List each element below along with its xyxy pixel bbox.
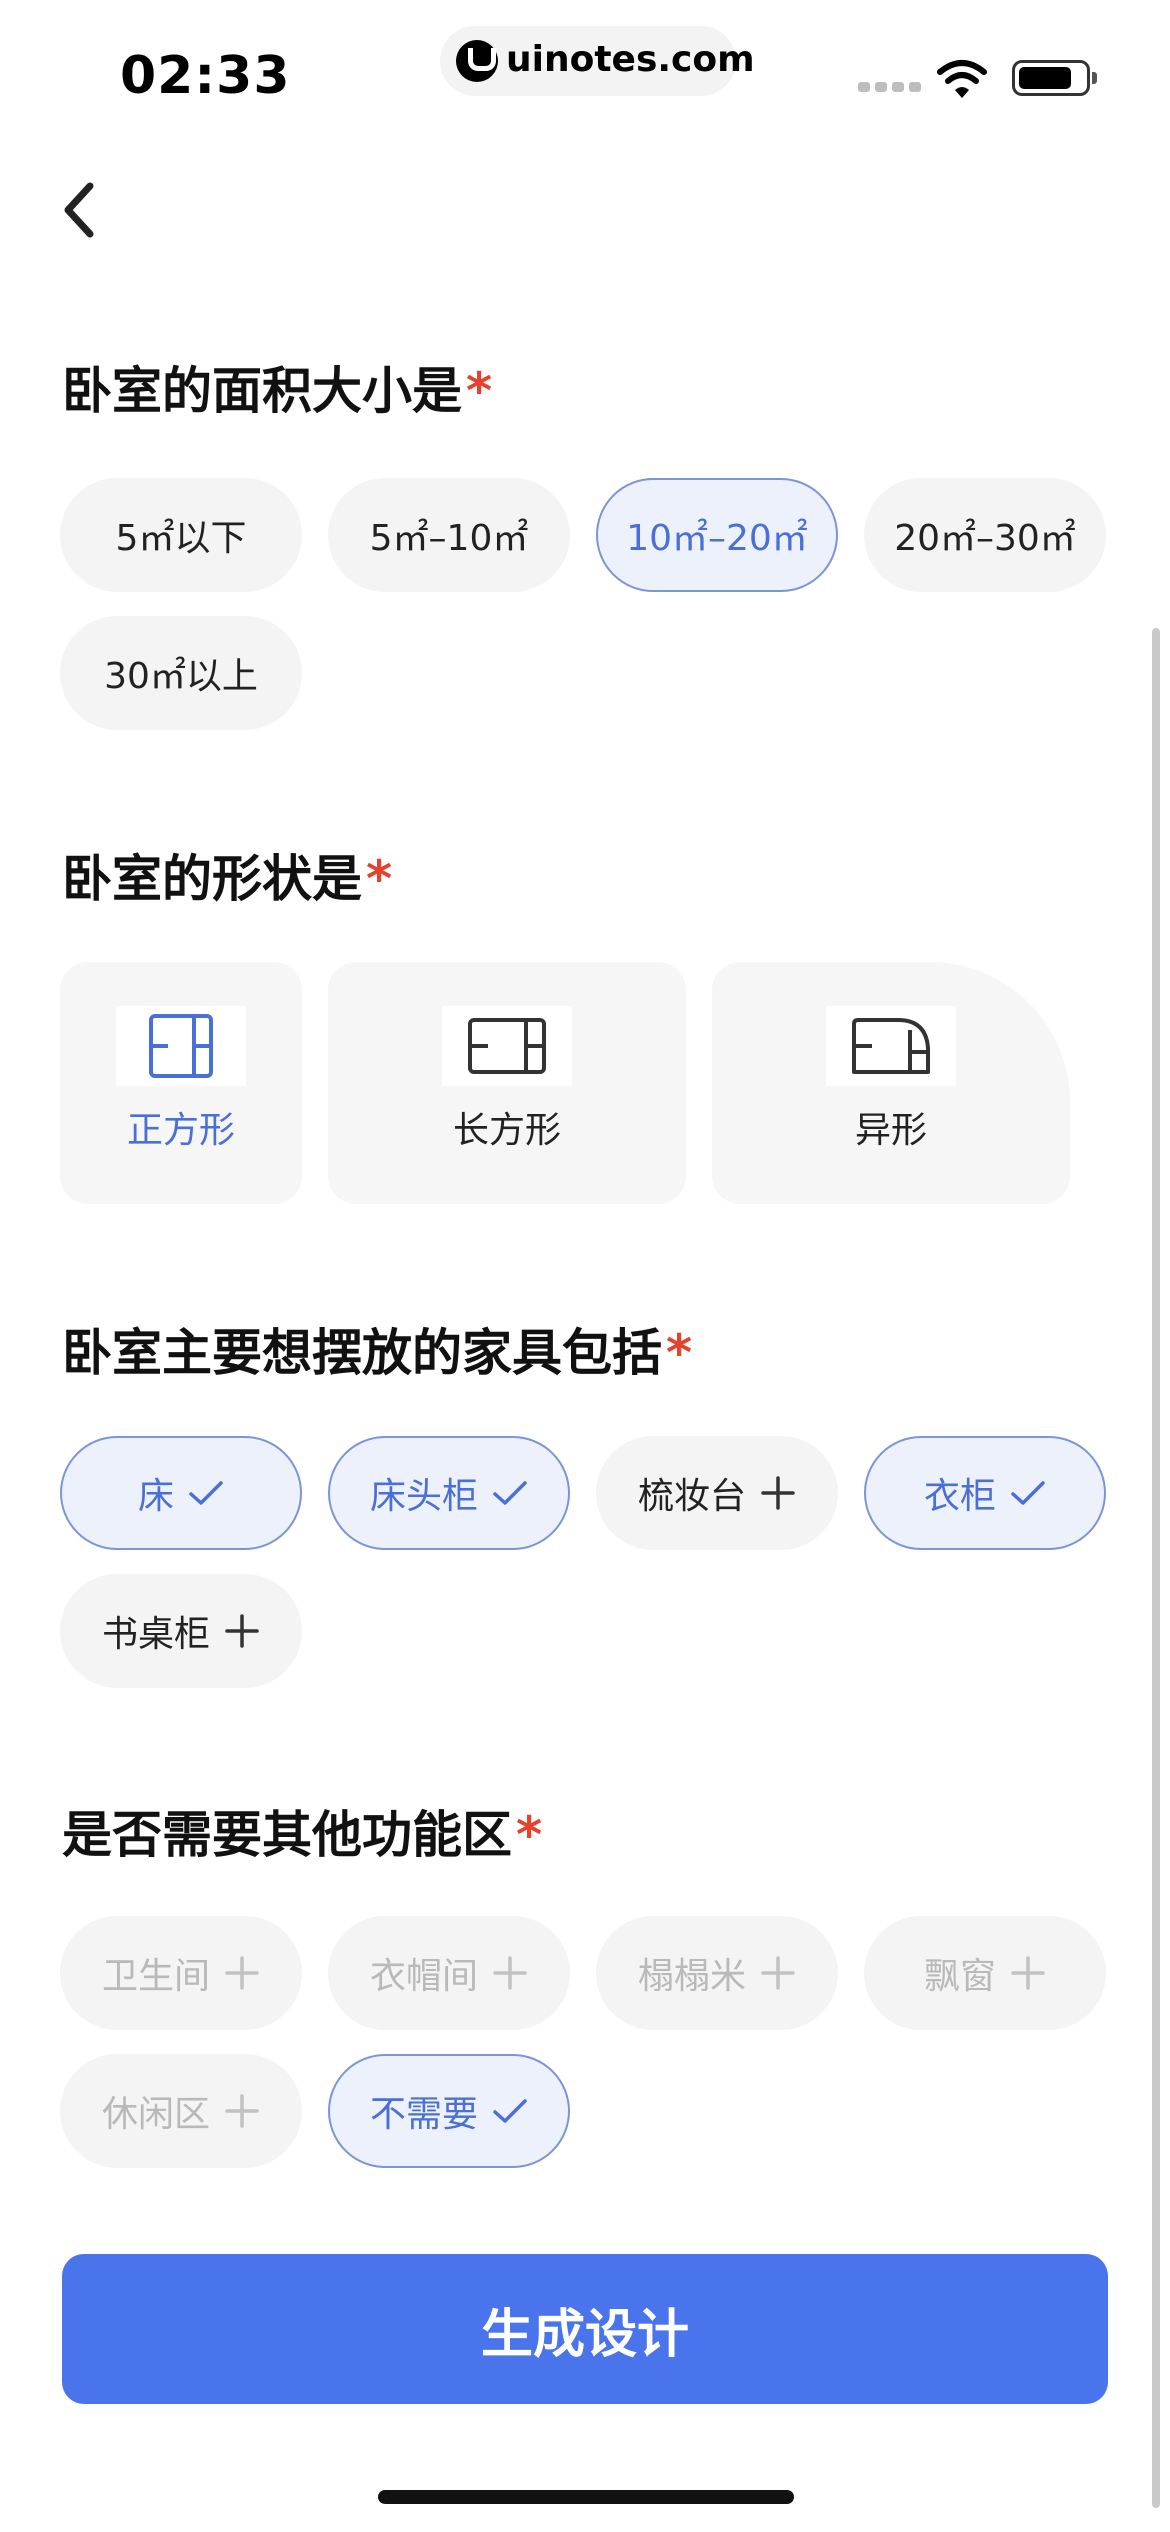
scrollbar[interactable] — [1152, 628, 1160, 2508]
furniture-option-bed[interactable]: 床 — [60, 1436, 302, 1550]
option-label: 书桌柜 — [101, 1614, 210, 1655]
option-label: 30㎡以上 — [104, 656, 258, 697]
option-label: 飘窗 — [923, 1956, 996, 1997]
zone-option-bay-window[interactable]: 飘窗 — [864, 1916, 1106, 2030]
furniture-option-dresser[interactable]: 梳妆台 — [596, 1436, 838, 1550]
plus-icon — [224, 2093, 260, 2129]
functional-title-text: 是否需要其他功能区 — [62, 1806, 512, 1864]
site-logo-icon — [456, 40, 498, 82]
plus-icon — [760, 1475, 796, 1511]
area-option-over-30[interactable]: 30㎡以上 — [60, 616, 302, 730]
back-chevron-icon — [64, 182, 94, 238]
plus-icon — [1010, 1955, 1046, 1991]
shape-label: 异形 — [854, 1110, 927, 1151]
option-label: 衣帽间 — [369, 1956, 478, 1997]
area-section-title: 卧室的面积大小是* — [62, 356, 492, 426]
zone-option-none[interactable]: 不需要 — [328, 2054, 570, 2168]
zone-option-tatami[interactable]: 榻榻米 — [596, 1916, 838, 2030]
site-name: uinotes.com — [506, 39, 755, 80]
status-time: 02:33 — [120, 46, 291, 106]
furniture-option-nightstand[interactable]: 床头柜 — [328, 1436, 570, 1550]
back-button[interactable] — [52, 172, 112, 248]
option-label: 5㎡–10㎡ — [369, 518, 529, 559]
option-label: 不需要 — [369, 2094, 478, 2135]
required-mark: * — [366, 850, 393, 908]
required-mark: * — [516, 1806, 543, 1864]
functional-section-title: 是否需要其他功能区* — [62, 1800, 542, 1870]
furniture-option-desk[interactable]: 书桌柜 — [60, 1574, 302, 1688]
rectangle-room-icon — [442, 1006, 572, 1086]
zone-option-leisure[interactable]: 休闲区 — [60, 2054, 302, 2168]
area-option-10-20[interactable]: 10㎡–20㎡ — [596, 478, 838, 592]
wifi-icon — [936, 58, 988, 102]
furniture-option-wardrobe[interactable]: 衣柜 — [864, 1436, 1106, 1550]
option-label: 床头柜 — [369, 1476, 478, 1517]
site-badge: uinotes.com — [440, 26, 755, 96]
area-option-20-30[interactable]: 20㎡–30㎡ — [864, 478, 1106, 592]
shape-label: 长方形 — [452, 1110, 561, 1151]
check-icon — [1010, 1475, 1046, 1511]
check-icon — [492, 1475, 528, 1511]
area-title-text: 卧室的面积大小是 — [62, 362, 462, 420]
option-label: 衣柜 — [923, 1476, 996, 1517]
option-label: 榻榻米 — [637, 1956, 746, 1997]
zone-option-bathroom[interactable]: 卫生间 — [60, 1916, 302, 2030]
check-icon — [188, 1475, 224, 1511]
generate-design-button[interactable]: 生成设计 — [62, 2254, 1108, 2404]
option-label: 10㎡–20㎡ — [626, 518, 808, 559]
plus-icon — [760, 1955, 796, 1991]
plus-icon — [492, 1955, 528, 1991]
square-room-icon — [116, 1006, 246, 1086]
option-label: 梳妆台 — [637, 1476, 746, 1517]
furniture-section-title: 卧室主要想摆放的家具包括* — [62, 1318, 692, 1388]
furniture-title-text: 卧室主要想摆放的家具包括 — [62, 1324, 662, 1382]
option-label: 休闲区 — [101, 2094, 210, 2135]
shape-option-square[interactable]: 正方形 — [60, 962, 302, 1204]
required-mark: * — [666, 1324, 693, 1382]
irregular-room-icon — [826, 1006, 956, 1086]
option-label: 5㎡以下 — [115, 518, 247, 559]
battery-icon — [1012, 60, 1097, 96]
area-option-5-10[interactable]: 5㎡–10㎡ — [328, 478, 570, 592]
shape-title-text: 卧室的形状是 — [62, 850, 362, 908]
check-icon — [492, 2093, 528, 2129]
shape-section-title: 卧室的形状是* — [62, 844, 392, 914]
shape-label: 正方形 — [126, 1110, 235, 1151]
cellular-signal-icon — [858, 82, 922, 94]
plus-icon — [224, 1955, 260, 1991]
shape-option-irregular[interactable]: 异形 — [712, 962, 1070, 1204]
option-label: 卫生间 — [101, 1956, 210, 1997]
area-option-under-5[interactable]: 5㎡以下 — [60, 478, 302, 592]
shape-option-rectangle[interactable]: 长方形 — [328, 962, 686, 1204]
home-indicator — [378, 2490, 794, 2504]
zone-option-cloakroom[interactable]: 衣帽间 — [328, 1916, 570, 2030]
option-label: 20㎡–30㎡ — [894, 518, 1076, 559]
required-mark: * — [466, 362, 493, 420]
plus-icon — [224, 1613, 260, 1649]
option-label: 床 — [137, 1476, 174, 1517]
